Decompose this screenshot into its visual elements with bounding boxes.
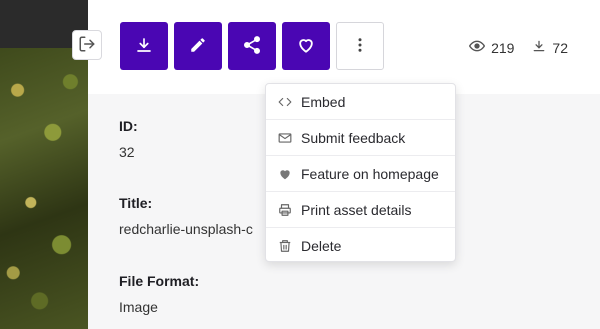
trash-icon — [278, 239, 292, 253]
field-label: ID: — [119, 118, 138, 134]
menu-item-embed[interactable]: Embed — [266, 84, 455, 120]
menu-item-label: Feature on homepage — [301, 165, 439, 182]
menu-item-label: Delete — [301, 238, 342, 254]
asset-image — [0, 48, 88, 329]
exit-icon — [78, 35, 96, 56]
more-options-button[interactable] — [336, 22, 384, 70]
printer-icon — [278, 203, 292, 217]
more-options-menu: Embed Submit feedback Feature on homepag… — [265, 83, 456, 262]
heart-icon — [296, 35, 316, 58]
menu-item-print-asset-details[interactable]: Print asset details — [266, 192, 455, 228]
favorite-button[interactable] — [282, 22, 330, 70]
views-stat: 219 — [468, 38, 515, 57]
download-icon — [135, 36, 153, 57]
share-button[interactable] — [228, 22, 276, 70]
field-value: redcharlie-unsplash-c — [119, 221, 253, 237]
exit-preview-button[interactable] — [72, 30, 102, 60]
field-file-format: File Format: Image — [119, 273, 199, 315]
field-label: File Format: — [119, 273, 200, 289]
field-value: 32 — [119, 144, 135, 160]
field-title: Title: redcharlie-unsplash-c — [119, 195, 253, 237]
action-buttons — [120, 22, 384, 70]
field-id: ID: 32 — [119, 118, 138, 160]
field-value: Image — [119, 299, 158, 315]
download-count-icon — [532, 39, 546, 56]
download-button[interactable] — [120, 22, 168, 70]
asset-toolbar: 219 72 — [88, 0, 600, 94]
share-icon — [242, 35, 262, 58]
menu-item-label: Submit feedback — [301, 129, 406, 146]
more-vertical-icon — [351, 36, 369, 57]
menu-item-delete[interactable]: Delete — [266, 228, 455, 264]
asset-stats: 219 72 — [468, 38, 568, 57]
menu-item-label: Print asset details — [301, 201, 412, 218]
eye-icon — [468, 38, 486, 57]
views-count: 219 — [491, 39, 515, 56]
menu-item-label: Embed — [301, 93, 346, 110]
menu-item-feature-on-homepage[interactable]: Feature on homepage — [266, 156, 455, 192]
heart-filled-icon — [278, 167, 292, 181]
field-label: Title: — [119, 195, 153, 211]
mail-icon — [278, 131, 292, 145]
downloads-stat: 72 — [532, 38, 568, 57]
menu-item-submit-feedback[interactable]: Submit feedback — [266, 120, 455, 156]
edit-button[interactable] — [174, 22, 222, 70]
code-icon — [278, 95, 292, 109]
downloads-count: 72 — [552, 39, 568, 56]
pencil-icon — [189, 36, 207, 57]
